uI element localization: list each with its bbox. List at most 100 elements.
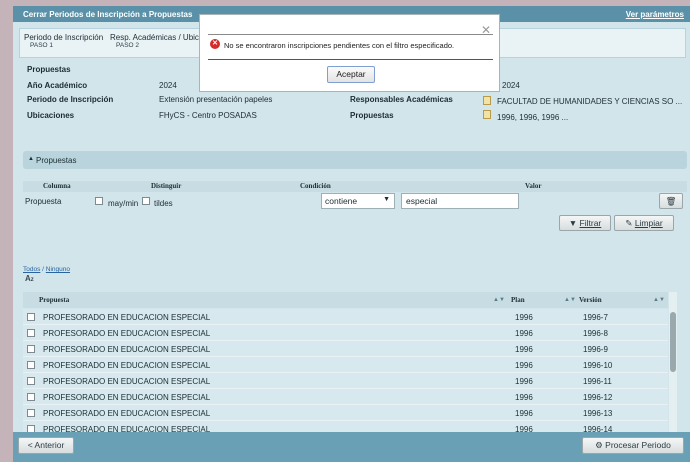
cell-propuesta: PROFESORADO EN EDUCACION ESPECIAL — [43, 393, 211, 402]
cell-plan: 1996 — [515, 361, 533, 370]
resp-label: Responsables Académicas — [350, 95, 453, 104]
cell-plan: 1996 — [515, 393, 533, 402]
eraser-icon: ✎ — [625, 218, 633, 228]
sort-propuesta-icon[interactable]: ▲▼ — [493, 297, 505, 303]
cell-plan: 1996 — [515, 313, 533, 322]
anio-row: Año Académico — [27, 81, 87, 93]
table-row[interactable]: PROFESORADO EN EDUCACION ESPECIAL 1996 199… — [23, 373, 668, 389]
case-sensitive-checkbox[interactable] — [95, 197, 103, 205]
filter-row: Propuesta may/min tildes contiene ▼ espe… — [23, 193, 687, 215]
scrollbar-thumb[interactable] — [670, 312, 676, 372]
back-button[interactable]: < Anterior — [18, 437, 74, 454]
table-row[interactable]: PROFESORADO EN EDUCACION ESPECIAL 1996 199… — [23, 357, 668, 373]
cell-version: 1996-13 — [583, 409, 613, 418]
step-1-label: Periodo de Inscripción — [24, 33, 104, 42]
select-none-link[interactable]: Ninguno — [46, 266, 70, 273]
filter-row-label: Propuesta — [25, 197, 62, 206]
gear-icon: ⚙ — [595, 440, 603, 450]
cell-propuesta: PROFESORADO EN EDUCACION ESPECIAL — [43, 409, 211, 418]
row-checkbox[interactable] — [27, 361, 35, 369]
cell-plan: 1996 — [515, 329, 533, 338]
ok-button[interactable]: Aceptar — [327, 66, 375, 83]
condition-select[interactable]: contiene ▼ — [321, 193, 395, 209]
dialog-divider-bottom — [208, 59, 493, 60]
summary-header: Propuestas — [27, 65, 71, 74]
row-checkbox[interactable] — [27, 377, 35, 385]
document-icon[interactable] — [483, 96, 491, 105]
funnel-icon: ▼ — [568, 218, 578, 228]
accents-checkbox[interactable] — [142, 197, 150, 205]
clear-button-label: Limpiar — [634, 218, 663, 228]
header-plan[interactable]: Plan — [511, 296, 525, 304]
view-params-link[interactable]: Ver parámetros — [626, 10, 684, 19]
select-all-link[interactable]: Todos — [23, 266, 40, 273]
anio-value-right: 2024 — [502, 81, 520, 90]
table-body: PROFESORADO EN EDUCACION ESPECIAL 1996 199… — [23, 309, 668, 434]
cell-propuesta: PROFESORADO EN EDUCACION ESPECIAL — [43, 313, 211, 322]
clear-button[interactable]: ✎ Limpiar — [614, 215, 674, 231]
prop-label: Propuestas — [350, 111, 394, 120]
row-checkbox[interactable] — [27, 313, 35, 321]
trash-icon: 🗑 — [665, 196, 677, 206]
filter-panel-title: Propuestas — [36, 156, 77, 165]
process-button-label: Procesar Periodo — [605, 440, 671, 450]
filter-panel-header[interactable]: ▲ Propuestas — [23, 151, 687, 169]
table-row[interactable]: PROFESORADO EN EDUCACION ESPECIAL 1996 199… — [23, 309, 668, 325]
dialog-message: No se encontraron inscripciones pendient… — [224, 41, 455, 50]
cell-version: 1996-11 — [583, 377, 612, 386]
table-row[interactable]: PROFESORADO EN EDUCACION ESPECIAL 1996 199… — [23, 325, 668, 341]
resp-value: FACULTAD DE HUMANIDADES Y CIENCIAS SO ..… — [497, 97, 683, 106]
edit-document-icon[interactable] — [483, 110, 491, 119]
condition-value: contiene — [325, 196, 358, 206]
ubic-value: FHyCS - Centro POSADAS — [159, 111, 257, 120]
anio-value: 2024 — [159, 81, 177, 90]
sort-version-icon[interactable]: ▲▼ — [653, 297, 665, 303]
cell-plan: 1996 — [515, 409, 533, 418]
row-checkbox[interactable] — [27, 393, 35, 401]
table-row[interactable]: PROFESORADO EN EDUCACION ESPECIAL 1996 199… — [23, 341, 668, 357]
row-checkbox[interactable] — [27, 345, 35, 353]
table-scrollbar[interactable] — [669, 292, 677, 434]
filter-button-label: Filtrar — [579, 218, 602, 228]
footer-bar: < Anterior ⚙ Procesar Periodo — [13, 432, 690, 462]
header-propuesta[interactable]: Propuesta — [39, 296, 69, 304]
filter-value-input[interactable]: especial — [401, 193, 519, 209]
case-sensitive-label: may/min — [108, 199, 139, 208]
filter-columns-header: Columna Distinguir Condición Valor — [23, 181, 687, 192]
cell-version: 1996-12 — [583, 393, 613, 402]
table-header: Propuesta ▲▼ Plan ▲▼ Versión ▲▼ — [23, 292, 668, 308]
cell-version: 1996-8 — [583, 329, 608, 338]
link-separator: / — [42, 266, 44, 273]
process-button[interactable]: ⚙ Procesar Periodo — [582, 437, 684, 454]
periodo-value: Extensión presentación papeles — [159, 95, 273, 104]
dialog-divider-top — [208, 34, 493, 35]
periodo-label: Periodo de Inscripción — [27, 95, 114, 104]
cell-version: 1996-7 — [583, 313, 608, 322]
step-1[interactable]: Periodo de Inscripción PASO 1 — [24, 33, 104, 55]
cell-propuesta: PROFESORADO EN EDUCACION ESPECIAL — [43, 345, 211, 354]
anio-label: Año Académico — [27, 81, 88, 90]
window-title: Cerrar Periodos de Inscripción a Propues… — [23, 10, 193, 19]
collapse-caret-icon: ▲ — [28, 156, 34, 162]
table-row[interactable]: PROFESORADO EN EDUCACION ESPECIAL 1996 199… — [23, 389, 668, 405]
col-distinguir: Distinguir — [151, 182, 182, 190]
delete-filter-button[interactable]: 🗑 — [659, 193, 683, 209]
selection-links: Todos / Ninguno — [23, 266, 70, 273]
sort-plan-icon[interactable]: ▲▼ — [564, 297, 576, 303]
ubic-label: Ubicaciones — [27, 111, 75, 120]
header-version[interactable]: Versión — [579, 296, 602, 304]
col-columna: Columna — [43, 182, 71, 190]
filter-button[interactable]: ▼ Filtrar — [559, 215, 611, 231]
row-checkbox[interactable] — [27, 409, 35, 417]
cell-plan: 1996 — [515, 377, 533, 386]
cell-propuesta: PROFESORADO EN EDUCACION ESPECIAL — [43, 361, 211, 370]
col-condicion: Condición — [300, 182, 331, 190]
step-1-sub: PASO 1 — [30, 42, 54, 49]
sort-az-icon[interactable]: Az — [25, 274, 34, 283]
table-row[interactable]: PROFESORADO EN EDUCACION ESPECIAL 1996 199… — [23, 405, 668, 421]
cell-plan: 1996 — [515, 345, 533, 354]
col-valor: Valor — [525, 182, 542, 190]
row-checkbox[interactable] — [27, 329, 35, 337]
accents-label: tildes — [154, 199, 173, 208]
cell-propuesta: PROFESORADO EN EDUCACION ESPECIAL — [43, 329, 211, 338]
